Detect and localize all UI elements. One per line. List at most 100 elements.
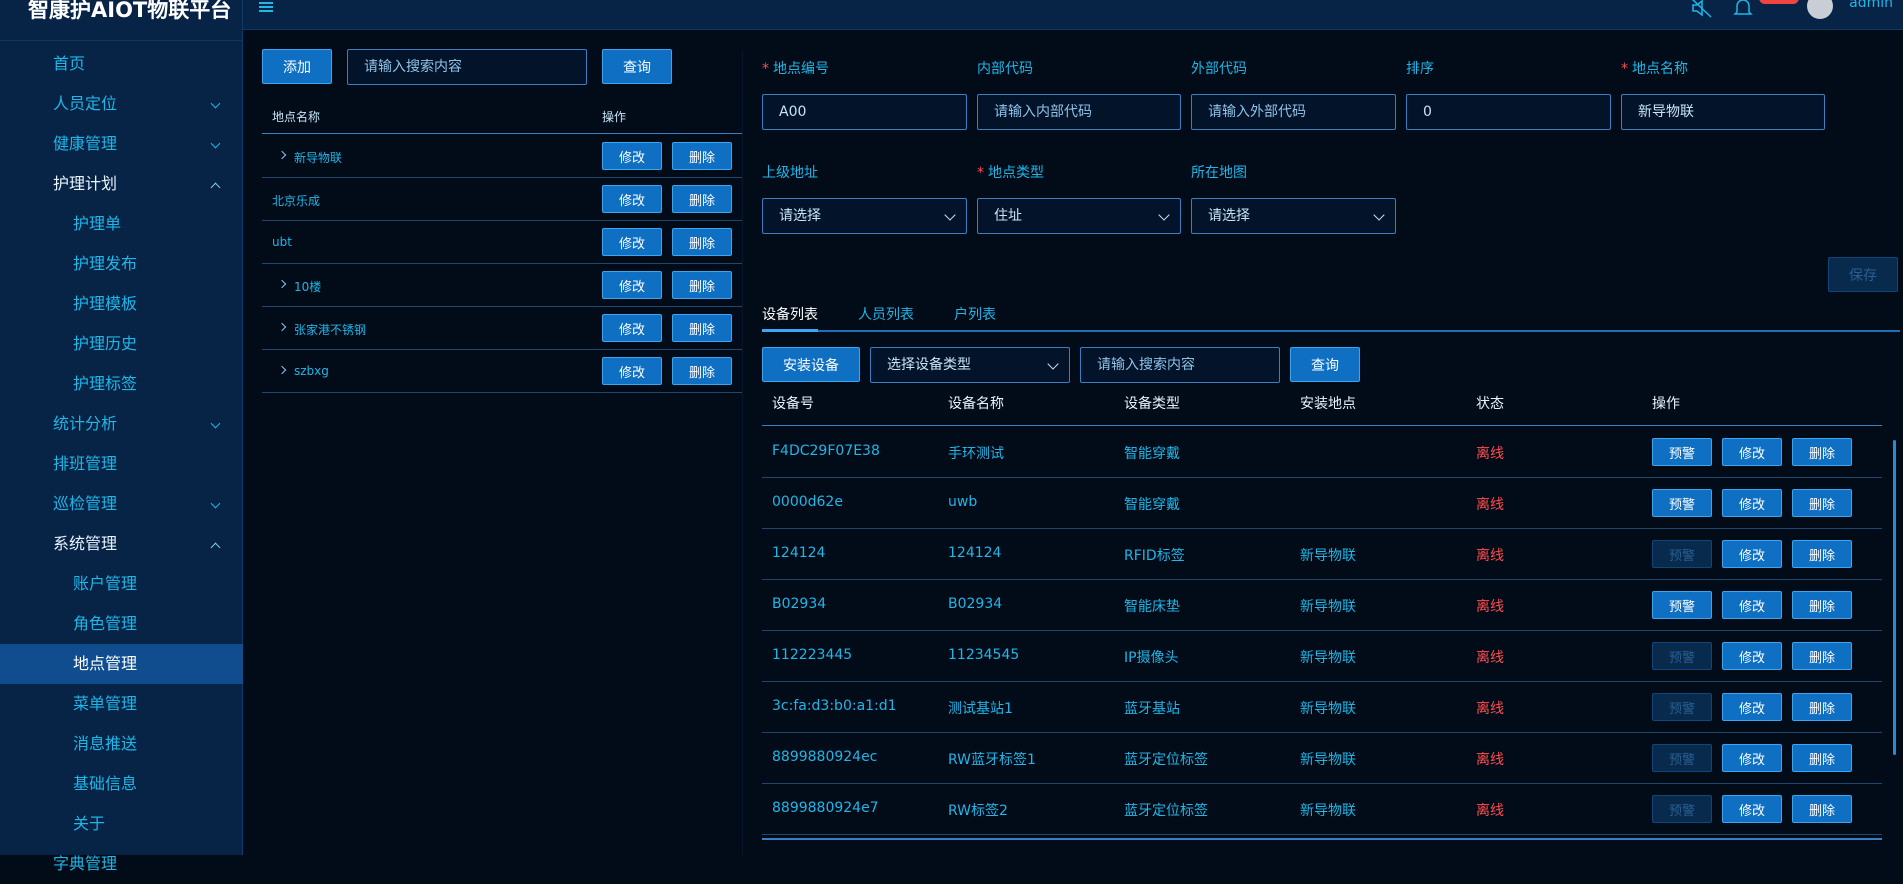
edit-location-button[interactable]: 修改 <box>602 228 662 256</box>
sidebar-item[interactable]: 健康管理 <box>0 124 243 164</box>
location-search-input[interactable]: 请输入搜索内容 <box>347 49 587 85</box>
warn-button[interactable]: 预警 <box>1652 642 1712 670</box>
sidebar-item[interactable]: 巡检管理 <box>0 484 243 524</box>
chevron-right-icon[interactable] <box>277 279 287 289</box>
chevron-up-icon <box>210 542 221 553</box>
delete-device-button[interactable]: 删除 <box>1792 591 1852 619</box>
warn-button[interactable]: 预警 <box>1652 489 1712 517</box>
sidebar-item[interactable]: 统计分析 <box>0 404 243 444</box>
outer-code-input[interactable]: 请输入外部代码 <box>1191 94 1396 130</box>
warn-button[interactable]: 预警 <box>1652 540 1712 568</box>
sidebar-item-label: 人员定位 <box>53 94 118 113</box>
parent-select[interactable]: 请选择 <box>762 198 967 234</box>
type-select[interactable]: 住址 <box>977 198 1181 234</box>
sidebar-item[interactable]: 地点管理 <box>0 644 243 684</box>
install-device-button[interactable]: 安装设备 <box>762 347 860 382</box>
edit-device-button[interactable]: 修改 <box>1722 795 1782 823</box>
warn-button[interactable]: 预警 <box>1652 693 1712 721</box>
delete-location-button[interactable]: 删除 <box>672 142 732 170</box>
warn-button[interactable]: 预警 <box>1652 795 1712 823</box>
parent-label: 上级地址 <box>762 165 818 181</box>
col-device-type: 设备类型 <box>1124 396 1180 412</box>
table-scrollbar[interactable] <box>1893 440 1896 755</box>
name-input[interactable]: 新导物联 <box>1621 94 1825 130</box>
delete-location-button[interactable]: 删除 <box>672 314 732 342</box>
sidebar-item-label: 地点管理 <box>73 654 138 673</box>
warn-button[interactable]: 预警 <box>1652 591 1712 619</box>
sidebar-item-label: 护理单 <box>73 214 122 233</box>
delete-location-button[interactable]: 删除 <box>672 228 732 256</box>
delete-location-button[interactable]: 删除 <box>672 357 732 385</box>
sidebar-item[interactable]: 消息推送 <box>0 724 243 764</box>
sidebar-item[interactable]: 系统管理 <box>0 524 243 564</box>
device-search-input[interactable]: 请输入搜索内容 <box>1080 347 1280 383</box>
map-select[interactable]: 请选择 <box>1191 198 1396 234</box>
device-type-select[interactable]: 选择设备类型 <box>870 347 1070 383</box>
chevron-right-icon[interactable] <box>277 322 287 332</box>
map-label: 所在地图 <box>1191 165 1247 181</box>
edit-device-button[interactable]: 修改 <box>1722 744 1782 772</box>
sidebar-item[interactable]: 菜单管理 <box>0 684 243 724</box>
location-query-button[interactable]: 查询 <box>602 49 672 84</box>
speaker-mute-icon[interactable] <box>1691 0 1713 18</box>
warn-button[interactable]: 预警 <box>1652 744 1712 772</box>
device-id: 8899880924ec <box>772 749 878 765</box>
chevron-right-icon[interactable] <box>277 150 287 160</box>
edit-location-button[interactable]: 修改 <box>602 142 662 170</box>
menu-fold-icon[interactable] <box>259 2 273 12</box>
add-location-button[interactable]: 添加 <box>262 49 332 84</box>
table-row: 124124 124124 RFID标签 新导物联 离线 <box>762 529 1882 580</box>
sidebar-item[interactable]: 护理发布 <box>0 244 243 284</box>
edit-device-button[interactable]: 修改 <box>1722 642 1782 670</box>
avatar[interactable] <box>1807 0 1833 19</box>
edit-device-button[interactable]: 修改 <box>1722 693 1782 721</box>
sidebar-item[interactable]: 首页 <box>0 44 243 84</box>
inner-code-input[interactable]: 请输入内部代码 <box>977 94 1181 130</box>
delete-device-button[interactable]: 删除 <box>1792 540 1852 568</box>
code-input[interactable]: A00 <box>762 94 967 130</box>
delete-device-button[interactable]: 删除 <box>1792 744 1852 772</box>
table-row: B02934 B02934 智能床垫 新导物联 离线 <box>762 580 1882 631</box>
sidebar-item[interactable]: 关于 <box>0 804 243 844</box>
warn-button[interactable]: 预警 <box>1652 438 1712 466</box>
edit-location-button[interactable]: 修改 <box>602 185 662 213</box>
edit-location-button[interactable]: 修改 <box>602 271 662 299</box>
sidebar-item[interactable]: 人员定位 <box>0 84 243 124</box>
delete-device-button[interactable]: 删除 <box>1792 642 1852 670</box>
edit-location-button[interactable]: 修改 <box>602 357 662 385</box>
tab-person-list[interactable]: 人员列表 <box>858 304 914 324</box>
sidebar-item[interactable]: 护理计划 <box>0 164 243 204</box>
outer-code-label: 外部代码 <box>1191 61 1247 77</box>
sidebar-item[interactable]: 护理标签 <box>0 364 243 404</box>
sidebar-item[interactable]: 护理单 <box>0 204 243 244</box>
user-name[interactable]: admin <box>1849 0 1893 13</box>
sort-input[interactable]: 0 <box>1406 94 1611 130</box>
sidebar-item[interactable]: 角色管理 <box>0 604 243 644</box>
sidebar-item[interactable]: 排班管理 <box>0 444 243 484</box>
tab-household-list[interactable]: 户列表 <box>954 304 996 324</box>
chevron-right-icon[interactable] <box>277 365 287 375</box>
delete-device-button[interactable]: 删除 <box>1792 693 1852 721</box>
edit-device-button[interactable]: 修改 <box>1722 591 1782 619</box>
delete-device-button[interactable]: 删除 <box>1792 438 1852 466</box>
edit-device-button[interactable]: 修改 <box>1722 540 1782 568</box>
save-button[interactable]: 保存 <box>1828 257 1898 292</box>
sidebar-item[interactable]: 基础信息 <box>0 764 243 804</box>
sidebar-item[interactable]: 护理模板 <box>0 284 243 324</box>
sidebar-item-label: 首页 <box>53 54 86 73</box>
chevron-down-icon <box>1047 358 1059 370</box>
delete-device-button[interactable]: 删除 <box>1792 795 1852 823</box>
delete-location-button[interactable]: 删除 <box>672 271 732 299</box>
delete-location-button[interactable]: 删除 <box>672 185 732 213</box>
sidebar-item-label: 统计分析 <box>53 414 118 433</box>
sidebar-item[interactable]: 护理历史 <box>0 324 243 364</box>
edit-location-button[interactable]: 修改 <box>602 314 662 342</box>
bell-icon[interactable] <box>1733 0 1753 19</box>
edit-device-button[interactable]: 修改 <box>1722 489 1782 517</box>
edit-device-button[interactable]: 修改 <box>1722 438 1782 466</box>
sidebar-item[interactable]: 账户管理 <box>0 564 243 604</box>
tab-device-list[interactable]: 设备列表 <box>762 304 818 324</box>
sidebar-item[interactable]: 字典管理 <box>0 844 243 884</box>
delete-device-button[interactable]: 删除 <box>1792 489 1852 517</box>
device-query-button[interactable]: 查询 <box>1290 347 1360 382</box>
